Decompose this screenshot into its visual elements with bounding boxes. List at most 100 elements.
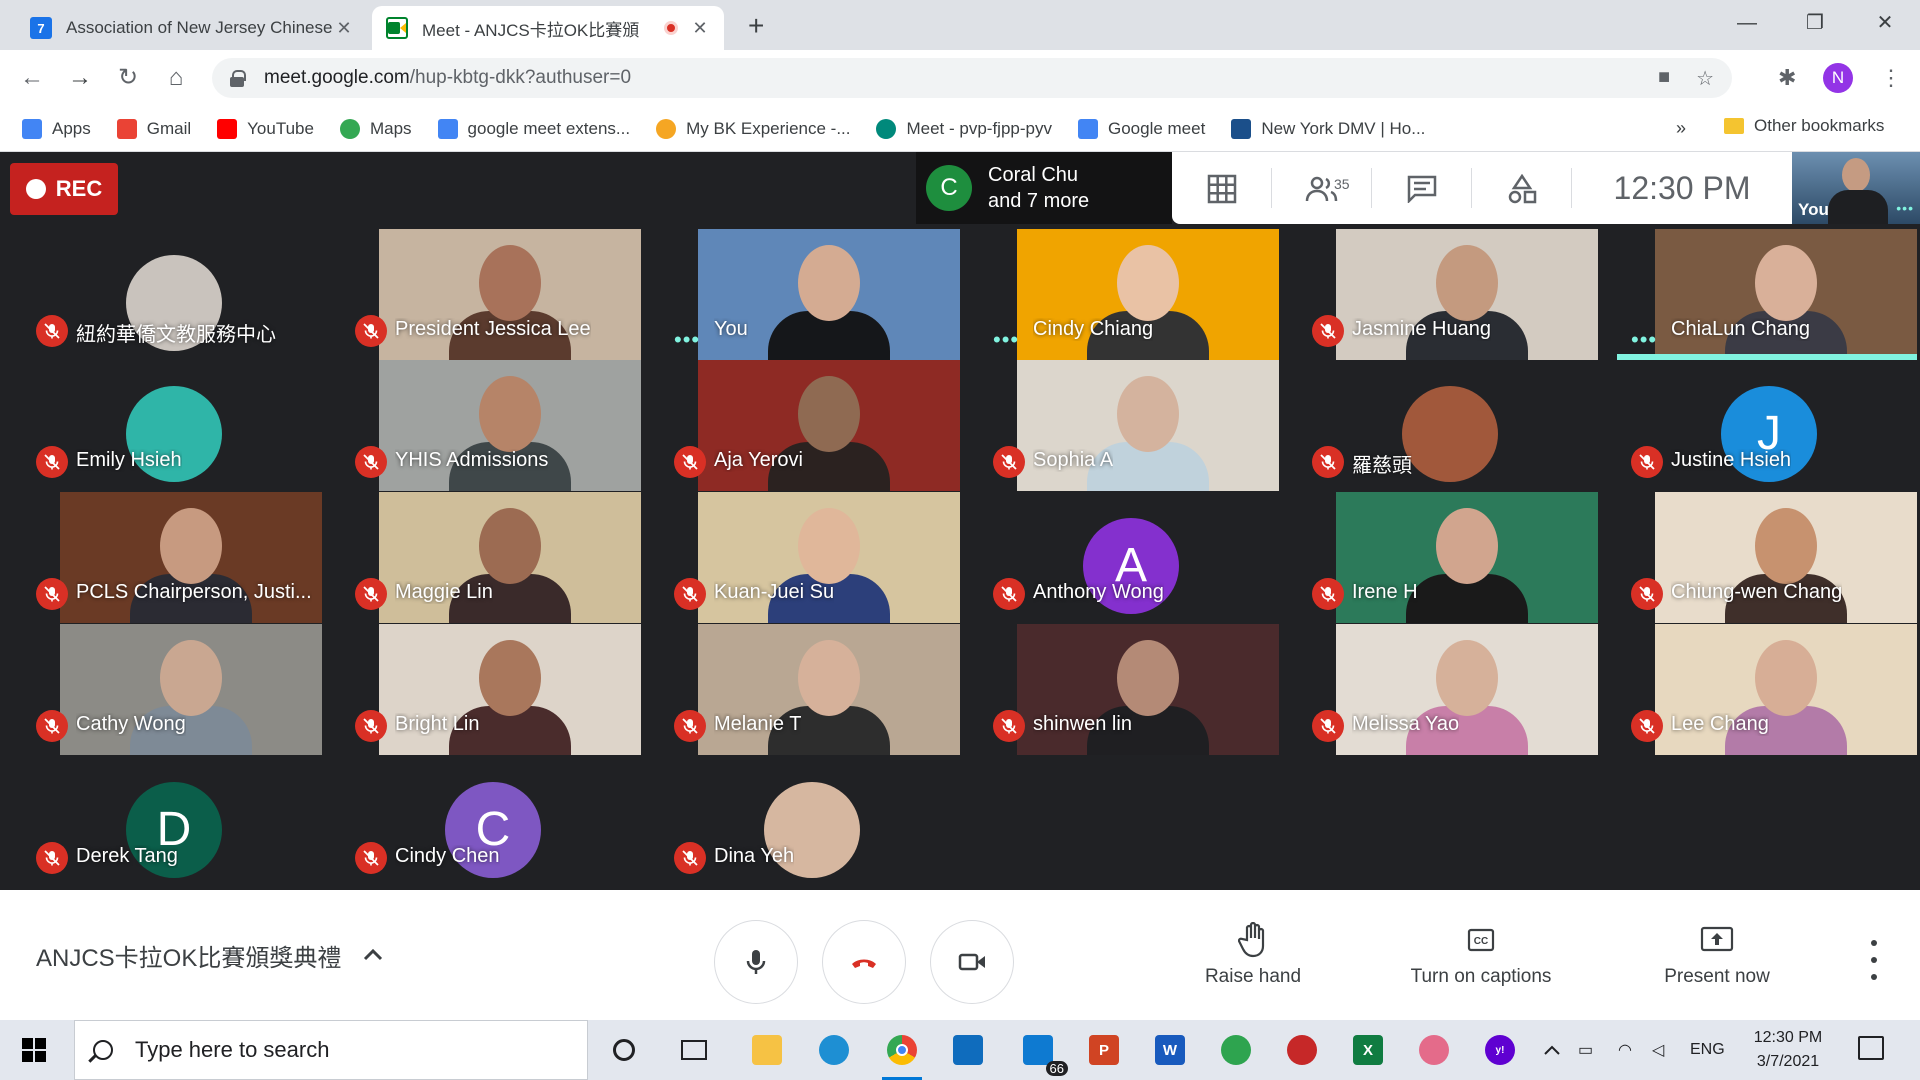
participant-tile[interactable]: ••• Cindy Chiang <box>979 229 1279 360</box>
restore-icon[interactable]: ❐ <box>1786 6 1844 40</box>
taskbar-search[interactable]: Type here to search <box>74 1020 588 1080</box>
close-tab-icon[interactable]: ✕ <box>334 18 354 39</box>
present-now-button[interactable]: Present now <box>1622 920 1812 988</box>
participant-tile[interactable]: 羅慈頭 <box>1298 360 1598 491</box>
extensions-icon[interactable]: ✱ <box>1778 58 1796 98</box>
chrome-menu-icon[interactable]: ⋮ <box>1880 58 1902 98</box>
participant-tile[interactable]: Cathy Wong <box>22 624 322 755</box>
muted-mic-icon <box>36 842 68 874</box>
participant-tile[interactable]: YHIS Admissions <box>341 360 641 491</box>
participant-tile[interactable]: President Jessica Lee <box>341 229 641 360</box>
profile-avatar[interactable]: N <box>1823 63 1853 93</box>
yahoo-icon[interactable]: y! <box>1478 1028 1522 1072</box>
powerpoint-icon[interactable]: P <box>1082 1028 1126 1072</box>
snipping-icon[interactable] <box>1412 1028 1456 1072</box>
leave-call-button[interactable] <box>822 920 906 1004</box>
microphone-button[interactable] <box>714 920 798 1004</box>
mail-icon[interactable]: 66 <box>1016 1028 1068 1076</box>
bookmarks-overflow-icon[interactable]: » <box>1676 118 1686 139</box>
minimize-icon[interactable]: — <box>1718 6 1776 40</box>
layout-grid-icon[interactable] <box>1172 168 1272 208</box>
facetime-like-icon[interactable] <box>1214 1028 1258 1072</box>
edge-icon[interactable] <box>812 1028 856 1072</box>
participant-tile[interactable]: Melissa Yao <box>1298 624 1598 755</box>
notifications-icon[interactable] <box>1858 1036 1884 1060</box>
forward-icon[interactable]: → <box>60 58 100 98</box>
windows-start-icon[interactable] <box>22 1038 46 1062</box>
camera-in-use-icon[interactable]: ■ <box>1658 66 1670 91</box>
participant-face <box>160 508 222 584</box>
word-icon[interactable]: W <box>1148 1028 1192 1072</box>
participant-tile[interactable]: Irene H <box>1298 492 1598 623</box>
bookmark-item[interactable]: Gmail <box>116 118 191 139</box>
participant-name: Maggie Lin <box>395 581 493 603</box>
back-icon[interactable]: ← <box>12 58 52 98</box>
participant-tile[interactable]: C Cindy Chen <box>341 756 641 887</box>
participant-tile[interactable]: A Anthony Wong <box>979 492 1279 623</box>
task-view-icon[interactable] <box>672 1028 716 1072</box>
participant-tile[interactable]: Bright Lin <box>341 624 641 755</box>
cortana-icon[interactable] <box>602 1028 646 1072</box>
other-bookmarks-label: Other bookmarks <box>1754 116 1885 135</box>
bookmark-star-icon[interactable]: ☆ <box>1696 66 1714 91</box>
participant-tile[interactable]: ••• ChiaLun Chang <box>1617 229 1917 360</box>
activities-icon[interactable] <box>1472 168 1572 208</box>
self-view-thumbnail[interactable]: You ••• <box>1792 152 1920 224</box>
participant-tile[interactable]: J Justine Hsieh <box>1617 360 1917 491</box>
camera-button[interactable] <box>930 920 1014 1004</box>
bookmark-item[interactable]: New York DMV | Ho... <box>1231 118 1425 139</box>
presenting-chip[interactable]: C Coral Chu and 7 more <box>916 152 1172 224</box>
participant-tile[interactable]: ••• You <box>660 229 960 360</box>
bookmark-item[interactable]: YouTube <box>217 118 314 139</box>
tab-meet[interactable]: Meet - ANJCS卡拉OK比賽頒 ✕ <box>372 6 724 50</box>
participant-tile[interactable]: Jasmine Huang <box>1298 229 1598 360</box>
close-window-icon[interactable]: ✕ <box>1856 6 1914 40</box>
participant-tile[interactable]: 紐約華僑文教服務中心 <box>22 229 322 360</box>
more-options-icon[interactable] <box>1862 940 1886 980</box>
present-now-label: Present now <box>1664 966 1770 987</box>
volume-icon[interactable]: ◁ <box>1652 1020 1664 1080</box>
taskbar-clock[interactable]: 12:30 PM 3/7/2021 <box>1748 1026 1828 1074</box>
wifi-icon[interactable]: ◠ <box>1618 1020 1632 1080</box>
participant-tile[interactable]: D Derek Tang <box>22 756 322 887</box>
close-tab-icon[interactable]: ✕ <box>690 18 710 39</box>
input-language[interactable]: ENG <box>1690 1020 1725 1080</box>
battery-icon[interactable]: ▭ <box>1578 1020 1593 1080</box>
participant-tile[interactable]: Melanie T <box>660 624 960 755</box>
other-bookmarks[interactable]: Other bookmarks <box>1724 116 1884 136</box>
address-bar[interactable]: meet.google.com/hup-kbtg-dkk?authuser=0 … <box>212 58 1732 98</box>
participant-tile[interactable]: shinwen lin <box>979 624 1279 755</box>
muted-mic-icon <box>1312 446 1344 478</box>
participant-tile[interactable]: Sophia A <box>979 360 1279 491</box>
raise-hand-button[interactable]: Raise hand <box>1158 920 1348 988</box>
bookmark-item[interactable]: Maps <box>339 118 412 139</box>
participant-tile[interactable]: PCLS Chairperson, Justi... <box>22 492 322 623</box>
participant-tile[interactable]: Emily Hsieh <box>22 360 322 491</box>
participant-tile[interactable]: Aja Yerovi <box>660 360 960 491</box>
bookmark-item[interactable]: Apps <box>22 118 91 139</box>
tray-chevron-icon[interactable] <box>1544 1020 1560 1080</box>
tab-anjcs[interactable]: 7 Association of New Jersey Chinese ✕ <box>16 6 368 50</box>
bookmark-item[interactable]: Meet - pvp-fjpp-pyv <box>876 118 1052 139</box>
meeting-details-toggle[interactable]: ANJCS卡拉OK比賽頒獎典禮 <box>36 938 383 973</box>
new-tab-icon[interactable]: + <box>748 10 764 42</box>
participant-tile[interactable]: Dina Yeh <box>660 756 960 887</box>
people-icon[interactable]: 35 <box>1272 168 1372 208</box>
home-icon[interactable]: ⌂ <box>156 58 196 98</box>
reload-icon[interactable]: ↻ <box>108 58 148 98</box>
red-app-icon[interactable] <box>1280 1028 1324 1072</box>
speaking-indicator-icon: ••• <box>993 327 1020 352</box>
bookmark-item[interactable]: google meet extens... <box>437 118 630 139</box>
captions-button[interactable]: CC Turn on captions <box>1386 920 1576 988</box>
excel-icon[interactable]: X <box>1346 1028 1390 1072</box>
participant-tile[interactable]: Maggie Lin <box>341 492 641 623</box>
bookmark-item[interactable]: Google meet <box>1077 118 1205 139</box>
chat-icon[interactable] <box>1372 168 1472 208</box>
participant-tile[interactable]: Chiung-wen Chang <box>1617 492 1917 623</box>
chrome-icon[interactable] <box>880 1028 924 1080</box>
bookmark-item[interactable]: My BK Experience -... <box>656 118 850 139</box>
file-explorer-icon[interactable] <box>745 1028 789 1072</box>
participant-tile[interactable]: Lee Chang <box>1617 624 1917 755</box>
participant-tile[interactable]: Kuan-Juei Su <box>660 492 960 623</box>
store-icon[interactable] <box>946 1028 990 1072</box>
